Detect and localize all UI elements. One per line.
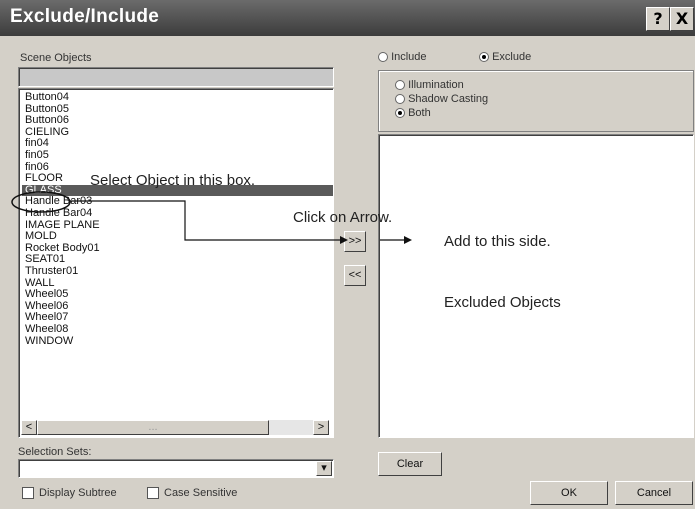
annotation-overlay — [11, 191, 412, 244]
annotation-select: Select Object in this box. — [90, 172, 256, 189]
arrow-head — [340, 236, 348, 244]
annotation-click: Click on Arrow. — [293, 209, 393, 226]
annotation-excluded: Excluded Objects — [444, 294, 561, 311]
add-arrow-head — [404, 236, 412, 244]
glass-highlight-ellipse — [11, 191, 71, 213]
annotation-add: Add to this side. — [444, 233, 551, 250]
